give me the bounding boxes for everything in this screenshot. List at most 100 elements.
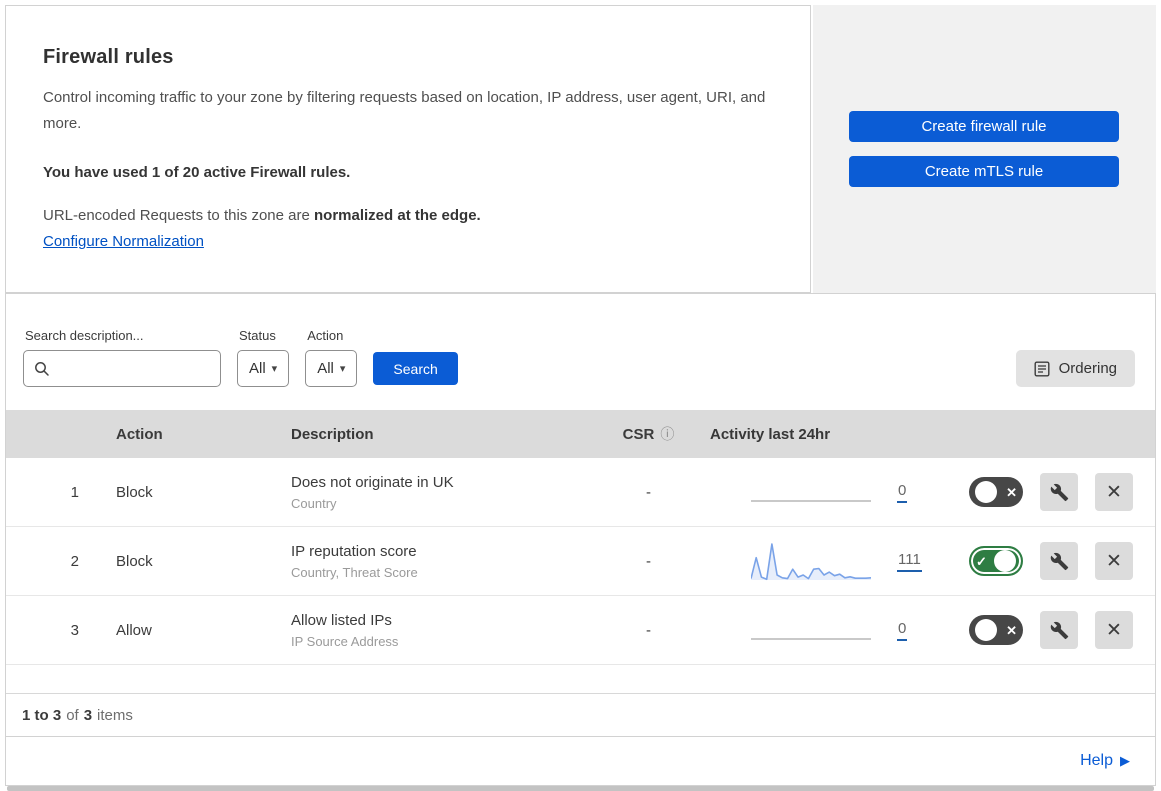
create-mtls-rule-button[interactable]: Create mTLS rule [849, 156, 1119, 187]
toggle-x-icon: ✕ [1006, 622, 1017, 638]
toggle-knob [975, 619, 997, 641]
toggle-check-icon: ✓ [976, 553, 987, 569]
rule-controls: ✓ ✕ [946, 542, 1155, 580]
delete-rule-button[interactable]: ✕ [1095, 611, 1133, 649]
search-button[interactable]: Search [373, 352, 458, 385]
help-link[interactable]: Help ▶ [1080, 752, 1130, 770]
search-input[interactable] [50, 360, 210, 377]
help-bar: Help ▶ [5, 737, 1156, 786]
status-filter-group: Status All ▾ [237, 328, 290, 387]
close-icon: ✕ [1106, 550, 1122, 572]
firewall-rules-page: Firewall rules Control incoming traffic … [0, 0, 1161, 791]
table-header-row: Action Description CSR ⓘ Activity last 2… [6, 410, 1155, 458]
csr-column-header: CSR ⓘ [591, 424, 706, 444]
pagination-range: 1 to 3 [22, 706, 62, 724]
rule-fields: Country [291, 495, 337, 511]
rule-activity-cell: 111 [706, 540, 946, 582]
delete-rule-button[interactable]: ✕ [1095, 542, 1133, 580]
info-icon[interactable]: ⓘ [660, 424, 674, 444]
rules-list-card: Search description... Status All ▾ Actio… [5, 293, 1156, 737]
rule-description: IP reputation score [291, 542, 417, 560]
activity-count-link[interactable]: 0 [897, 482, 908, 503]
pagination-items: items [97, 706, 133, 724]
status-select-value: All [249, 360, 266, 377]
search-box[interactable] [23, 350, 221, 387]
table-row: 1 Block Does not originate in UK Country… [6, 458, 1155, 527]
toggle-knob [975, 481, 997, 503]
normalization-note-text: URL-encoded Requests to this zone are [43, 206, 314, 224]
rule-activity-cell: 0 [706, 482, 946, 503]
normalization-note: URL-encoded Requests to this zone are no… [43, 207, 770, 224]
create-firewall-rule-button[interactable]: Create firewall rule [849, 111, 1119, 142]
help-link-label: Help [1080, 752, 1113, 769]
rule-description: Allow listed IPs [291, 611, 392, 629]
usage-summary: You have used 1 of 20 active Firewall ru… [43, 163, 351, 181]
wrench-icon [1050, 621, 1069, 640]
configure-normalization-link[interactable]: Configure Normalization [43, 233, 204, 250]
activity-count-link[interactable]: 111 [897, 551, 922, 572]
page-bottom-edge [7, 786, 1154, 791]
intro-card: Firewall rules Control incoming traffic … [5, 5, 811, 293]
search-label: Search description... [25, 328, 144, 343]
rule-enabled-toggle[interactable]: ✕ [969, 477, 1023, 507]
status-label: Status [239, 328, 276, 343]
rule-csr: - [646, 552, 651, 570]
close-icon: ✕ [1106, 619, 1122, 641]
rule-fields: IP Source Address [291, 633, 399, 649]
rule-controls: ✕ ✕ [946, 611, 1155, 649]
action-column-header: Action [116, 425, 163, 443]
filter-bar: Search description... Status All ▾ Actio… [6, 294, 1155, 410]
normalization-note-bold: normalized at the edge. [314, 206, 481, 224]
table-bottom-spacer [6, 665, 1155, 694]
edit-rule-button[interactable] [1040, 473, 1078, 511]
close-icon: ✕ [1106, 481, 1122, 503]
toggle-knob [994, 550, 1016, 572]
activity-flatline [751, 638, 871, 640]
search-icon [34, 361, 50, 377]
table-row: 3 Allow Allow listed IPs IP Source Addre… [6, 596, 1155, 665]
toggle-x-icon: ✕ [1006, 484, 1017, 500]
ordering-list-icon [1034, 361, 1050, 377]
activity-count-link[interactable]: 0 [897, 620, 908, 641]
edit-rule-button[interactable] [1040, 542, 1078, 580]
ordering-button-label: Ordering [1058, 360, 1117, 377]
description-column-header: Description [291, 425, 374, 443]
chevron-down-icon: ▾ [339, 363, 346, 375]
status-select[interactable]: All ▾ [237, 350, 290, 387]
rule-description: Does not originate in UK [291, 473, 454, 491]
cta-panel: Create firewall rule Create mTLS rule [813, 5, 1156, 293]
intro-section: Firewall rules Control incoming traffic … [5, 5, 1156, 293]
ordering-button[interactable]: Ordering [1015, 350, 1135, 387]
table-row: 2 Block IP reputation score Country, Thr… [6, 527, 1155, 596]
action-filter-group: Action All ▾ [305, 328, 358, 387]
pagination-total: 3 [83, 706, 93, 724]
rule-fields: Country, Threat Score [291, 564, 418, 580]
activity-flatline [751, 500, 871, 502]
search-field-group: Search description... [23, 328, 221, 387]
delete-rule-button[interactable]: ✕ [1095, 473, 1133, 511]
edit-rule-button[interactable] [1040, 611, 1078, 649]
rule-description-cell: Allow listed IPs IP Source Address [271, 612, 591, 649]
help-arrow-icon: ▶ [1120, 753, 1130, 768]
activity-column-header: Activity last 24hr [710, 425, 831, 443]
rule-csr: - [646, 621, 651, 639]
rule-enabled-toggle[interactable]: ✓ [969, 546, 1023, 576]
rule-description-cell: IP reputation score Country, Threat Scor… [271, 543, 591, 580]
rule-action: Allow [116, 621, 152, 639]
rule-action: Block [116, 552, 153, 570]
rule-csr: - [646, 483, 651, 501]
rule-activity-cell: 0 [706, 620, 946, 641]
rule-priority: 1 [70, 483, 79, 501]
rule-controls: ✕ ✕ [946, 473, 1155, 511]
rule-action: Block [116, 483, 153, 501]
wrench-icon [1050, 483, 1069, 502]
pagination-of: of [66, 706, 79, 724]
activity-sparkline [751, 540, 871, 582]
wrench-icon [1050, 552, 1069, 571]
rule-priority: 2 [70, 552, 79, 570]
rule-description-cell: Does not originate in UK Country [271, 474, 591, 511]
page-title: Firewall rules [43, 46, 174, 68]
action-select[interactable]: All ▾ [305, 350, 358, 387]
rule-enabled-toggle[interactable]: ✕ [969, 615, 1023, 645]
pagination-summary: 1 to 3 of 3 items [6, 694, 1155, 736]
